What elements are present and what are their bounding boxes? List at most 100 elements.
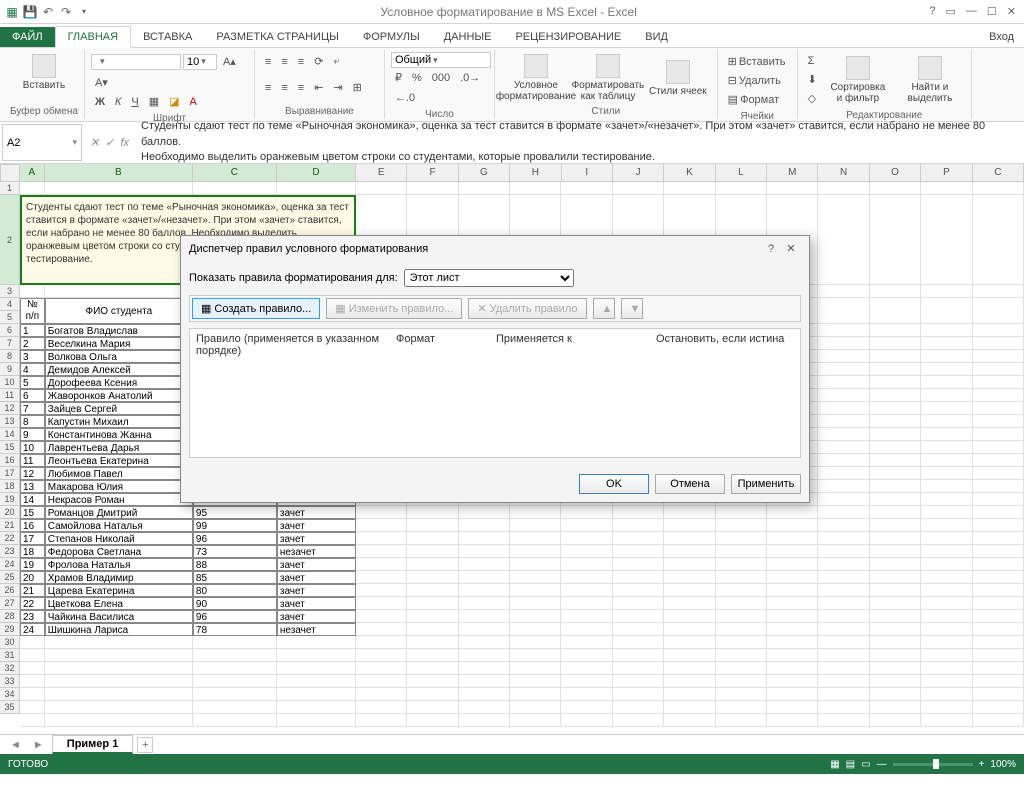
cell[interactable]: 99 [193,519,277,532]
format-as-table-button[interactable]: Форматировать как таблицу [573,52,643,104]
cell[interactable]: 10 [20,441,45,454]
cell[interactable]: 21 [20,584,45,597]
row-header-30[interactable]: 30 [0,636,20,649]
cell[interactable] [613,662,664,675]
cell[interactable]: зачет [277,506,356,519]
save-icon[interactable]: 💾 [22,4,38,20]
cell[interactable]: Богатов Владислав [45,324,193,337]
cell[interactable] [459,584,510,597]
cell[interactable] [973,558,1024,571]
col-header-K[interactable]: K [664,164,715,182]
fill-button[interactable]: ⬇ [804,70,821,89]
row-header-8[interactable]: 8 [0,350,20,363]
cell[interactable] [664,532,715,545]
cell[interactable] [561,649,612,662]
cell[interactable] [870,454,921,467]
font-size-combo[interactable]: 10 [183,54,217,70]
cell[interactable] [973,571,1024,584]
cell[interactable]: 19 [20,558,45,571]
cell[interactable] [870,688,921,701]
cell[interactable] [921,402,972,415]
cell[interactable] [818,493,869,506]
row-header-14[interactable]: 14 [0,428,20,441]
cell[interactable] [407,545,458,558]
cell[interactable] [921,688,972,701]
cell[interactable]: 95 [193,506,277,519]
cell[interactable] [973,415,1024,428]
cell[interactable] [561,714,612,727]
cell[interactable] [613,558,664,571]
cell[interactable] [973,480,1024,493]
cell[interactable] [510,506,561,519]
cell[interactable] [818,701,869,714]
minimize-icon[interactable]: — [966,5,977,18]
cell[interactable] [561,662,612,675]
cell[interactable] [973,701,1024,714]
cell[interactable] [193,662,277,675]
cell[interactable] [613,571,664,584]
cell[interactable] [459,636,510,649]
cell[interactable] [921,714,972,727]
cell[interactable] [664,649,715,662]
cell[interactable] [973,649,1024,662]
cell[interactable] [45,649,193,662]
cell[interactable]: Жаворонков Анатолий [45,389,193,402]
tab-view[interactable]: ВИД [633,27,680,47]
cell[interactable]: Федорова Светлана [45,545,193,558]
cell[interactable]: незачет [277,623,356,636]
cell[interactable] [459,182,510,195]
cell[interactable] [921,350,972,363]
cell[interactable] [664,584,715,597]
cell[interactable] [459,649,510,662]
cell[interactable] [818,688,869,701]
cell[interactable] [818,182,869,195]
cell[interactable] [407,688,458,701]
cell[interactable] [870,584,921,597]
cell[interactable] [973,493,1024,506]
cell[interactable] [818,714,869,727]
cell[interactable] [613,182,664,195]
cell[interactable] [664,675,715,688]
rules-scope-select[interactable]: Этот лист [404,269,574,287]
cell[interactable] [870,376,921,389]
row-header-22[interactable]: 22 [0,532,20,545]
col-header-N[interactable]: N [818,164,869,182]
cell[interactable]: Леонтьева Екатерина [45,454,193,467]
cell[interactable] [870,571,921,584]
cell[interactable]: 20 [20,571,45,584]
cell[interactable]: 96 [193,532,277,545]
cell[interactable] [818,636,869,649]
cell[interactable]: 96 [193,610,277,623]
cell[interactable]: 7 [20,402,45,415]
cell[interactable] [818,337,869,350]
cell[interactable] [921,532,972,545]
cell[interactable] [510,610,561,623]
cell[interactable] [277,714,356,727]
cell[interactable] [973,519,1024,532]
cell[interactable] [356,675,407,688]
cell[interactable] [921,337,972,350]
cell[interactable]: 16 [20,519,45,532]
cell[interactable] [45,675,193,688]
cell[interactable] [716,584,767,597]
cell[interactable] [870,182,921,195]
cell[interactable] [407,519,458,532]
cell[interactable] [818,480,869,493]
cell[interactable]: зачет [277,610,356,623]
cell[interactable] [664,519,715,532]
cell[interactable] [561,545,612,558]
indent-decrease-icon[interactable]: ⇤ [310,78,327,97]
row-header-1[interactable]: 1 [0,182,20,195]
cell[interactable] [716,558,767,571]
cell[interactable] [664,182,715,195]
row-header-26[interactable]: 26 [0,584,20,597]
row-header-34[interactable]: 34 [0,688,20,701]
rules-list[interactable]: Правило (применяется в указанном порядке… [189,328,801,458]
col-header-D[interactable]: D [277,164,356,182]
tab-formulas[interactable]: ФОРМУЛЫ [351,27,432,47]
cell[interactable] [973,428,1024,441]
cancel-formula-icon[interactable]: ✕ [90,136,99,149]
align-center-icon[interactable]: ≡ [277,79,291,97]
cell[interactable] [716,623,767,636]
cell[interactable] [356,558,407,571]
